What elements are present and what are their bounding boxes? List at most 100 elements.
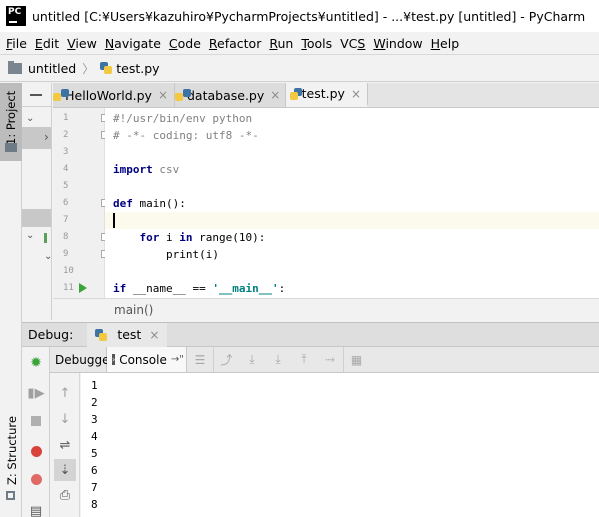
chevron-right-icon: › (44, 130, 49, 144)
project-tree-selected-row[interactable]: › (22, 127, 51, 149)
console-line: 3 (91, 413, 98, 426)
editor-breadcrumb[interactable]: main() (53, 298, 599, 322)
debugger-tab-label: Debugger (55, 352, 115, 367)
code-line: #!/usr/bin/env python (113, 112, 253, 125)
project-tree-row[interactable] (22, 209, 51, 227)
expand-arrow-icon[interactable]: ⌄ (26, 113, 34, 124)
menu-file[interactable]: File (4, 36, 33, 51)
resume-icon[interactable]: ▮▶ (27, 385, 44, 401)
line-number: 5 (63, 181, 69, 191)
expand-arrow-icon[interactable]: ⌄ (44, 251, 52, 262)
menu-view[interactable]: View (65, 36, 103, 51)
window-title: untitled [C:¥Users¥kazuhiro¥PycharmProje… (32, 8, 586, 24)
run-to-cursor-icon[interactable]: ⤑ (317, 347, 343, 372)
breadcrumb-function[interactable]: main() (114, 303, 153, 317)
mute-breakpoints-icon[interactable] (28, 471, 44, 487)
up-arrow-icon[interactable]: ↑ (57, 385, 73, 401)
debug-label: Debug: (28, 327, 74, 342)
navigation-bar: untitled 〉 test.py (0, 54, 599, 82)
console-output[interactable]: 1 2 3 4 5 6 7 8 (81, 373, 599, 517)
close-icon[interactable]: × (270, 88, 280, 102)
tab-test[interactable]: test.py × (286, 83, 368, 107)
menu-navigate[interactable]: Navigate (103, 36, 167, 51)
console-line: 1 (91, 379, 98, 392)
structure-tab-label: Z: Structure (5, 416, 19, 485)
pycharm-logo-icon: PC (6, 6, 26, 26)
project-tab-label: 1: Project (4, 90, 18, 145)
console-icon: › (112, 354, 116, 365)
step-into-icon[interactable]: ⤓ (265, 347, 291, 372)
close-icon[interactable]: × (351, 87, 361, 101)
tab-console[interactable]: › Console →" (107, 347, 187, 372)
code-editor[interactable]: #!/usr/bin/env python # -*- coding: utf8… (105, 108, 599, 298)
expand-arrow-icon[interactable]: ⌄ (26, 230, 34, 241)
console-line: 2 (91, 396, 98, 409)
code-line: for i in range(10): (139, 231, 266, 244)
down-arrow-icon[interactable]: ↓ (57, 411, 73, 427)
step-out-icon[interactable]: ⤒ (291, 347, 317, 372)
structure-tool-tab[interactable]: Z: Structure (0, 413, 22, 513)
stop-icon[interactable] (28, 413, 44, 429)
scroll-to-end-icon[interactable]: ⇣ (54, 459, 76, 481)
project-panel-header (22, 83, 51, 107)
session-label: test (117, 327, 142, 342)
close-icon[interactable]: × (158, 88, 168, 102)
minimize-icon[interactable] (30, 94, 42, 96)
line-number: 2 (63, 130, 69, 140)
menu-refactor[interactable]: Refactor (207, 36, 267, 51)
tab-debugger[interactable]: Debugger (50, 347, 114, 372)
console-tab-label: Console (119, 352, 167, 367)
view-breakpoints-icon[interactable] (28, 443, 44, 459)
left-tool-strip: 1: Project Z: Structure (0, 83, 22, 517)
line-number: 7 (63, 215, 69, 225)
soft-wrap-icon[interactable]: ⇌ (57, 437, 73, 453)
threads-menu-icon[interactable]: ☰ (187, 347, 213, 372)
debug-session-tab[interactable]: test × (87, 322, 168, 347)
nav-project[interactable]: untitled (28, 61, 76, 76)
nav-separator-icon: 〉 (82, 61, 95, 76)
show-execution-point-icon[interactable]: ⤴ (213, 347, 239, 372)
line-number: 1 (63, 113, 69, 123)
tab-helloworld[interactable]: HelloWorld.py × (53, 83, 175, 107)
code-line: # -*- coding: utf8 -*- (113, 129, 259, 142)
menu-run[interactable]: Run (267, 36, 299, 51)
code-line: def main(): (113, 197, 186, 210)
line-number: 10 (63, 266, 74, 276)
menu-edit[interactable]: Edit (33, 36, 65, 51)
layout-icon[interactable]: ▤ (28, 503, 44, 517)
menu-code[interactable]: Code (167, 36, 207, 51)
line-number: 8 (63, 232, 69, 242)
editor-gutter[interactable]: 1 2 3 4 5 6 7 8 9 10 11 (53, 108, 108, 298)
menu-bar: File Edit View Navigate Code Refactor Run Tools… (0, 32, 599, 54)
step-over-icon[interactable]: ⤓ (239, 347, 265, 372)
debug-bug-icon[interactable]: ✹ (28, 355, 44, 371)
python-file-icon (95, 328, 108, 341)
debugger-tab-bar: Debugger › Console →" ☰ ⤴ ⤓ ⤓ ⤒ ⤑ ▦ (50, 347, 599, 373)
python-file-icon (100, 62, 113, 74)
pin-arrow-icon[interactable]: →" (171, 354, 184, 365)
tab-label: HelloWorld.py (65, 87, 152, 103)
run-gutter-icon[interactable] (79, 283, 87, 293)
title-bar: PC untitled [C:¥Users¥kazuhiro¥PycharmPr… (0, 0, 599, 32)
tab-database[interactable]: database.py × (175, 83, 286, 107)
text-caret (113, 213, 115, 228)
menu-window[interactable]: Window (371, 36, 428, 51)
console-line: 5 (91, 447, 98, 460)
evaluate-expression-icon[interactable]: ▦ (343, 347, 369, 372)
project-folder-icon (5, 143, 17, 152)
menu-tools[interactable]: Tools (299, 36, 338, 51)
line-number: 4 (63, 164, 69, 174)
menu-vcs[interactable]: VCS (338, 36, 371, 51)
line-number: 6 (63, 198, 69, 208)
console-line: 6 (91, 464, 98, 477)
nav-file[interactable]: test.py (116, 61, 159, 76)
debug-tool-header: Debug: test × (22, 322, 599, 347)
print-icon[interactable]: ⎙ (57, 487, 73, 503)
menu-help[interactable]: Help (429, 36, 466, 51)
tab-label: test.py (301, 86, 345, 101)
console-line: 4 (91, 430, 98, 443)
close-icon[interactable]: × (149, 328, 159, 342)
